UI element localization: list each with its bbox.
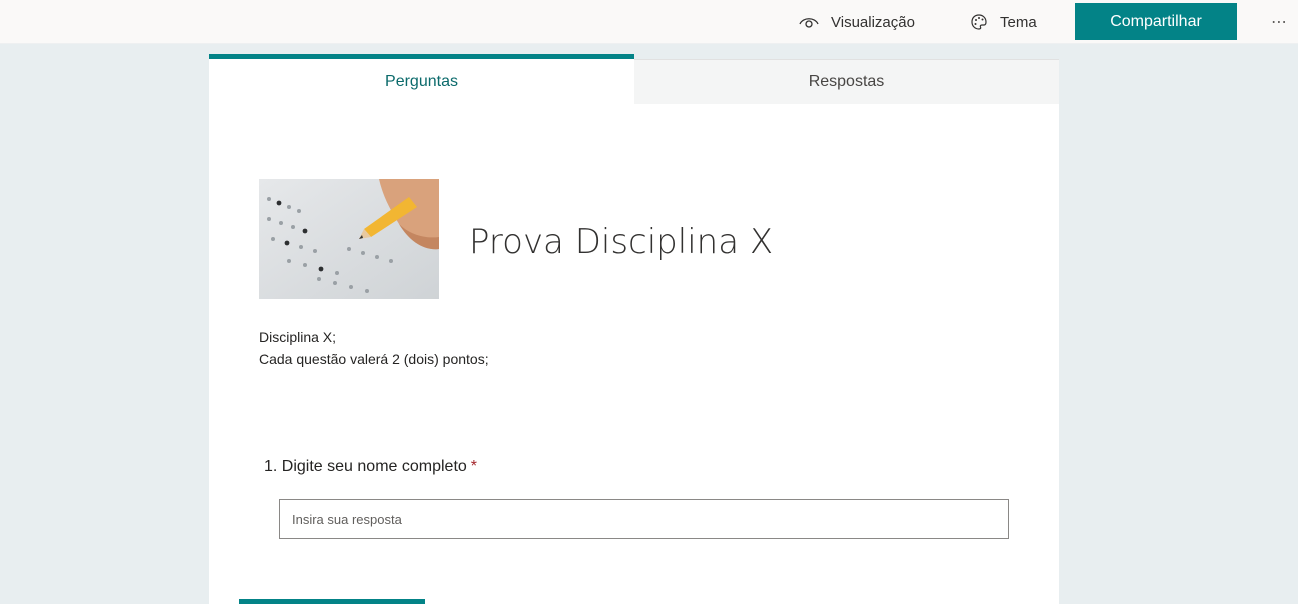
question-title[interactable]: 1. Digite seu nome completo * — [264, 458, 477, 476]
share-button[interactable]: Compartilhar — [1075, 3, 1237, 40]
tab-questions[interactable]: Perguntas — [209, 54, 634, 104]
tab-responses[interactable]: Respostas — [634, 59, 1059, 104]
preview-button[interactable]: Visualização — [799, 0, 915, 44]
question-number: 1. — [264, 458, 278, 475]
theme-button[interactable]: Tema — [970, 0, 1037, 44]
eye-icon — [799, 15, 819, 29]
form-title[interactable]: Prova Disciplina X — [469, 222, 773, 262]
form-description[interactable]: Disciplina X; Cada questão valerá 2 (doi… — [259, 326, 489, 370]
answer-sheet-pencil-image — [259, 179, 439, 299]
theme-label: Tema — [1000, 13, 1037, 31]
required-marker: * — [470, 458, 478, 475]
question-text: Digite seu nome completo — [281, 458, 467, 475]
description-line: Disciplina X; — [259, 329, 337, 345]
form-card: Prova Disciplina X Disciplina X; Cada qu… — [209, 104, 1059, 604]
answer-input[interactable] — [279, 499, 1009, 539]
palette-icon — [970, 13, 988, 31]
more-options-icon[interactable]: ⋯ — [1266, 0, 1294, 44]
form-tabs: Perguntas Respostas — [209, 54, 1059, 104]
preview-label: Visualização — [831, 13, 915, 31]
top-toolbar: Visualização Tema Compartilhar ⋯ — [0, 0, 1298, 44]
description-line: Cada questão valerá 2 (dois) pontos; — [259, 351, 489, 367]
next-question-accent — [239, 599, 425, 604]
